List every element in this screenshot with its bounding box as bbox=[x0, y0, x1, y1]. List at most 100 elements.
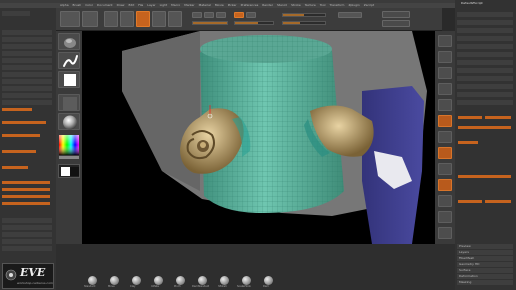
menu-item[interactable]: Texture bbox=[305, 4, 316, 7]
subpalette-header[interactable]: FiberMesh bbox=[457, 256, 513, 261]
subpalette-header[interactable]: Surface bbox=[457, 268, 513, 273]
menu-item[interactable]: Stroke bbox=[291, 4, 301, 7]
tool-item[interactable] bbox=[457, 20, 513, 25]
spix-button[interactable] bbox=[438, 51, 452, 63]
tool-item[interactable] bbox=[457, 28, 513, 33]
palette-item[interactable] bbox=[2, 246, 52, 251]
menu-item[interactable]: File bbox=[138, 4, 143, 7]
menu-item[interactable]: Zplugin bbox=[348, 4, 359, 7]
tool-item[interactable] bbox=[457, 60, 513, 65]
focal-shift-slider[interactable] bbox=[282, 13, 326, 17]
floor-button[interactable] bbox=[438, 131, 452, 143]
tool-item[interactable] bbox=[457, 84, 513, 89]
bpr-button[interactable] bbox=[438, 35, 452, 47]
brush-thumb-icon[interactable] bbox=[220, 276, 229, 285]
brush-thumb-icon[interactable] bbox=[88, 276, 97, 285]
menu-item[interactable]: Document bbox=[97, 4, 113, 7]
palette-item[interactable] bbox=[2, 65, 52, 70]
menu-item[interactable]: Transform bbox=[330, 4, 345, 7]
zsub-button[interactable] bbox=[246, 12, 256, 18]
palette-item[interactable] bbox=[2, 93, 52, 98]
menu-item[interactable]: Brush bbox=[73, 4, 82, 7]
palette-item[interactable] bbox=[2, 44, 52, 49]
frame-button[interactable] bbox=[438, 179, 452, 191]
zadd-button[interactable] bbox=[234, 12, 244, 18]
alpha-slot[interactable] bbox=[58, 71, 80, 88]
tool-item[interactable] bbox=[457, 12, 513, 17]
menu-item[interactable]: Alpha bbox=[60, 4, 69, 7]
brush-thumb-icon[interactable] bbox=[176, 276, 185, 285]
edit-button[interactable] bbox=[104, 11, 118, 27]
palette-item[interactable] bbox=[2, 30, 52, 35]
palette-item[interactable] bbox=[2, 37, 52, 42]
stroke-slot[interactable] bbox=[58, 52, 80, 69]
move-button[interactable] bbox=[136, 11, 150, 27]
tool-item[interactable] bbox=[457, 76, 513, 81]
scale-button[interactable] bbox=[152, 11, 166, 27]
color-picker[interactable] bbox=[58, 134, 80, 160]
menu-item[interactable]: Movie bbox=[215, 4, 224, 7]
menu-item[interactable]: Draw bbox=[117, 4, 125, 7]
menu-item[interactable]: Edit bbox=[128, 4, 134, 7]
menu-item[interactable]: Zscript bbox=[364, 4, 374, 7]
zoom-button[interactable] bbox=[438, 83, 452, 95]
m-button[interactable] bbox=[216, 12, 226, 18]
rotate-button[interactable] bbox=[168, 11, 182, 27]
subpalette-header[interactable]: Deformation bbox=[457, 274, 513, 279]
menu-item[interactable]: Layer bbox=[147, 4, 155, 7]
brush-thumb-icon[interactable] bbox=[154, 276, 163, 285]
scroll-button[interactable] bbox=[438, 67, 452, 79]
palette-item[interactable] bbox=[2, 100, 52, 105]
viewport-canvas[interactable] bbox=[82, 31, 435, 244]
palette-item[interactable] bbox=[2, 86, 52, 91]
persp-button[interactable] bbox=[438, 115, 452, 127]
dynamic-button[interactable] bbox=[338, 12, 362, 18]
subpalette-header[interactable]: Masking bbox=[457, 280, 513, 285]
menu-item[interactable]: Macro bbox=[171, 4, 180, 7]
palette-item[interactable] bbox=[2, 225, 52, 230]
tool-item[interactable] bbox=[457, 68, 513, 73]
subpalette-header[interactable]: Layers bbox=[457, 250, 513, 255]
brush-thumb-icon[interactable] bbox=[264, 276, 273, 285]
mrgb-button[interactable] bbox=[192, 12, 202, 18]
menu-item[interactable]: Light bbox=[160, 4, 168, 7]
texture-slot[interactable] bbox=[58, 94, 80, 111]
xyz-button[interactable] bbox=[438, 163, 452, 175]
tool-item[interactable] bbox=[457, 36, 513, 41]
projection-master-button[interactable] bbox=[60, 11, 80, 27]
actual-button[interactable] bbox=[438, 99, 452, 111]
rgb-intensity-slider[interactable] bbox=[192, 21, 228, 25]
brush-thumb-icon[interactable] bbox=[110, 276, 119, 285]
menu-item[interactable]: Marker bbox=[184, 4, 194, 7]
brush-thumb-icon[interactable] bbox=[242, 276, 251, 285]
palette-item[interactable] bbox=[2, 58, 52, 63]
tool-item[interactable] bbox=[457, 92, 513, 97]
tool-item[interactable] bbox=[457, 100, 513, 105]
menu-item[interactable]: Picker bbox=[228, 4, 237, 7]
move-view-button[interactable] bbox=[438, 195, 452, 207]
color-swatch[interactable] bbox=[58, 164, 80, 178]
local-button[interactable] bbox=[438, 147, 452, 159]
subpalette-header[interactable]: Geometry HD bbox=[457, 262, 513, 267]
palette-item[interactable] bbox=[2, 51, 52, 56]
material-slot[interactable] bbox=[58, 113, 80, 130]
brush-thumb-icon[interactable] bbox=[198, 276, 207, 285]
menu-item[interactable]: Material bbox=[199, 4, 211, 7]
menu-item[interactable]: Preferences bbox=[241, 4, 259, 7]
subpalette-header[interactable]: Preview bbox=[457, 244, 513, 249]
rgb-button[interactable] bbox=[204, 12, 214, 18]
palette-item[interactable] bbox=[2, 72, 52, 77]
brush-thumb-icon[interactable] bbox=[132, 276, 141, 285]
scale-view-button[interactable] bbox=[438, 211, 452, 223]
z-intensity-slider[interactable] bbox=[234, 21, 274, 25]
tool-item[interactable] bbox=[457, 44, 513, 49]
palette-item[interactable] bbox=[2, 218, 52, 223]
tool-item[interactable] bbox=[457, 52, 513, 57]
palette-item[interactable] bbox=[2, 79, 52, 84]
palette-item[interactable] bbox=[2, 232, 52, 237]
draw-button[interactable] bbox=[120, 11, 134, 27]
palette-header[interactable] bbox=[2, 11, 30, 16]
rotate-view-button[interactable] bbox=[438, 227, 452, 239]
lightbox-button[interactable] bbox=[82, 11, 98, 27]
menu-item[interactable]: Tool bbox=[320, 4, 326, 7]
